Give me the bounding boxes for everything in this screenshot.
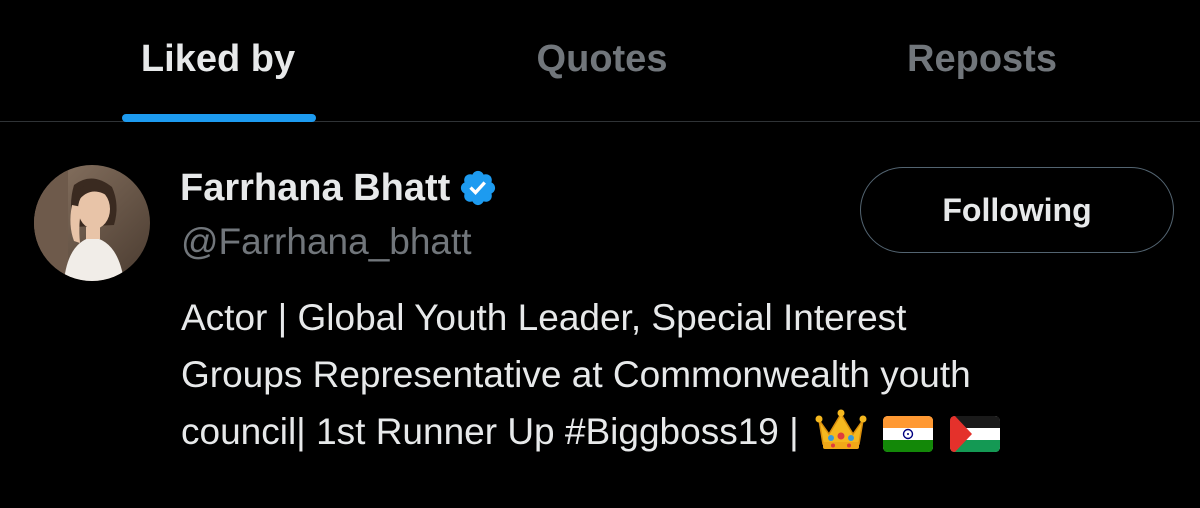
india-flag-icon (883, 411, 934, 468)
avatar[interactable] (34, 165, 150, 281)
tab-label: Quotes (536, 37, 668, 80)
bio-line: Groups Representative at Commonwealth yo… (181, 354, 971, 395)
verified-badge-icon (458, 168, 498, 208)
bio-line: council| 1st Runner Up #Biggboss19 | (181, 411, 799, 452)
bio-line: Actor | Global Youth Leader, Special Int… (181, 297, 907, 338)
tab-label: Reposts (907, 37, 1057, 80)
following-button[interactable]: Following (860, 167, 1174, 253)
user-list-item[interactable]: Farrhana Bhatt @Farrhana_bhatt Following… (0, 123, 1200, 508)
active-tab-indicator (122, 114, 316, 122)
tab-reposts[interactable]: Reposts (782, 0, 1182, 122)
display-name[interactable]: Farrhana Bhatt (180, 167, 450, 210)
crown-icon (815, 408, 867, 468)
tab-quotes[interactable]: Quotes (402, 0, 802, 122)
palestine-flag-icon (949, 411, 1000, 468)
tab-bar: Liked by Quotes Reposts (0, 0, 1200, 122)
user-handle[interactable]: @Farrhana_bhatt (181, 221, 472, 263)
tab-liked-by[interactable]: Liked by (0, 0, 436, 122)
name-line: Farrhana Bhatt (180, 165, 498, 211)
user-bio: Actor | Global Youth Leader, Special Int… (181, 289, 1171, 468)
tab-label: Liked by (140, 37, 296, 80)
bio-line-3: council| 1st Runner Up #Biggboss19 | (181, 403, 1171, 468)
